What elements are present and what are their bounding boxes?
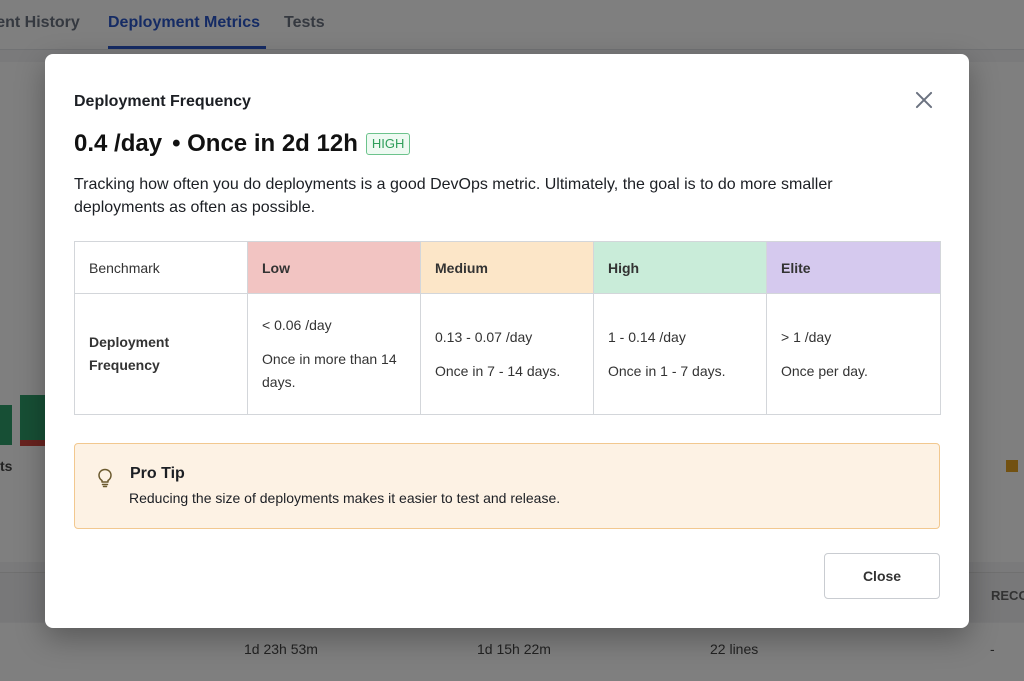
header-elite: Elite	[766, 241, 941, 294]
cell-medium: 0.13 - 0.07 /day Once in 7 - 14 days.	[420, 293, 594, 415]
lightbulb-icon	[97, 468, 113, 488]
cell-rate: > 1 /day	[781, 328, 832, 345]
close-button[interactable]: Close	[824, 553, 940, 599]
metric-rate: 0.4 /day	[74, 130, 163, 157]
cell-rate: 1 - 0.14 /day	[608, 328, 686, 345]
metric-interval: • Once in 2d 12h	[172, 130, 358, 157]
cell-low: < 0.06 /day Once in more than 14 days.	[247, 293, 421, 415]
cell-elite: > 1 /day Once per day.	[766, 293, 941, 415]
cell-text: Once in more than 14 days.	[262, 351, 397, 390]
metric-headline: 0.4 /day • Once in 2d 12h HIGH	[74, 130, 411, 158]
pro-tip-title: Pro Tip	[130, 465, 185, 482]
header-medium: Medium	[420, 241, 594, 294]
performance-badge: HIGH	[365, 133, 411, 155]
modal-title: Deployment Frequency	[74, 93, 251, 110]
benchmark-table: Benchmark Low Medium High Elite Deployme…	[74, 241, 941, 415]
deployment-frequency-modal: Deployment Frequency 0.4 /day • Once in …	[45, 54, 969, 628]
header-high: High	[593, 241, 767, 294]
header-low: Low	[247, 241, 421, 294]
table-row: Deployment Frequency < 0.06 /day Once in…	[74, 293, 941, 415]
close-icon[interactable]	[911, 87, 937, 113]
row-label: Deployment Frequency	[74, 293, 248, 415]
cell-text: Once per day.	[781, 362, 868, 379]
cell-text: Once in 1 - 7 days.	[608, 362, 726, 379]
header-benchmark: Benchmark	[74, 241, 248, 294]
pro-tip-box: Pro Tip Reducing the size of deployments…	[74, 443, 940, 529]
table-header-row: Benchmark Low Medium High Elite	[74, 241, 941, 294]
cell-text: Once in 7 - 14 days.	[435, 362, 561, 379]
cell-rate: < 0.06 /day	[262, 317, 332, 333]
cell-rate: 0.13 - 0.07 /day	[435, 328, 533, 345]
metric-description: Tracking how often you do deployments is…	[74, 176, 833, 216]
pro-tip-text: Reducing the size of deployments makes i…	[129, 490, 561, 506]
cell-high: 1 - 0.14 /day Once in 1 - 7 days.	[593, 293, 767, 415]
